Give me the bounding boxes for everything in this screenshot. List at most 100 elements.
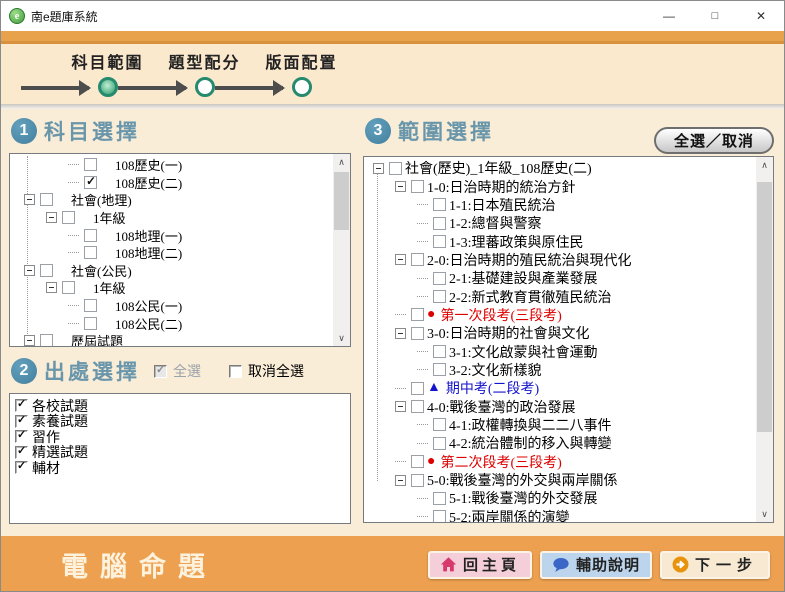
tree-checkbox[interactable] (411, 455, 424, 468)
tree-checkbox[interactable] (84, 299, 97, 312)
tree-row[interactable]: 3-0:日治時期的社會與文化 (365, 324, 755, 342)
tree-checkbox[interactable] (389, 162, 402, 175)
tree-row[interactable]: 108地理(二) (11, 244, 332, 262)
tree-checkbox[interactable] (433, 510, 446, 522)
tree-expand-toggle[interactable] (395, 328, 406, 339)
select-all-checkbox[interactable] (154, 365, 167, 378)
minimize-button[interactable]: — (646, 1, 692, 31)
tree-checkbox[interactable] (62, 211, 75, 224)
tree-row[interactable]: 5-1:戰後臺灣的外交發展 (365, 489, 755, 507)
tree-checkbox[interactable] (40, 264, 53, 277)
tree-checkbox[interactable] (433, 198, 446, 211)
list-item[interactable]: 素養試題 (11, 414, 349, 430)
tree-checkbox[interactable] (433, 272, 446, 285)
tree-row[interactable]: 108公民(二) (11, 314, 332, 332)
tree-row[interactable]: ● 第二次段考(三段考) (365, 453, 755, 471)
tree-checkbox[interactable] (84, 176, 97, 189)
deselect-all-checkbox[interactable] (229, 365, 242, 378)
source-item-checkbox[interactable] (15, 461, 28, 474)
tree-checkbox[interactable] (411, 474, 424, 487)
tree-checkbox[interactable] (433, 345, 446, 358)
toggle-select-all-button[interactable]: 全選／取消 (654, 127, 774, 154)
tree-expand-toggle[interactable] (417, 351, 428, 352)
tree-checkbox[interactable] (433, 217, 446, 230)
tree-expand-toggle[interactable] (417, 278, 428, 279)
home-button[interactable]: 回主頁 (428, 551, 532, 579)
tree-checkbox[interactable] (433, 437, 446, 450)
tree-row[interactable]: ▲ 期中考(二段考) (365, 379, 755, 397)
tree-expand-toggle[interactable] (395, 401, 406, 412)
tree-row[interactable]: 1年級 (11, 279, 332, 297)
tree-row[interactable]: 4-0:戰後臺灣的政治發展 (365, 397, 755, 415)
tree-row[interactable]: 5-0:戰後臺灣的外交與兩岸關係 (365, 471, 755, 489)
help-button[interactable]: 輔助說明 (540, 551, 652, 579)
tree-checkbox[interactable] (62, 281, 75, 294)
tree-checkbox[interactable] (40, 193, 53, 206)
tree-expand-toggle[interactable] (395, 314, 406, 315)
tree-expand-toggle[interactable] (417, 369, 428, 370)
range-tree-scrollbar[interactable]: ∧ ∨ (756, 157, 773, 522)
tree-row[interactable]: 4-2:統治體制的移入與轉變 (365, 434, 755, 452)
tree-expand-toggle[interactable] (417, 498, 428, 499)
tree-row[interactable]: 3-2:文化新樣貌 (365, 361, 755, 379)
tree-row[interactable]: 歷屆試題 (11, 332, 332, 346)
tree-row[interactable]: 3-1:文化啟蒙與社會運動 (365, 342, 755, 360)
tree-row[interactable]: 108地理(一) (11, 226, 332, 244)
tree-checkbox[interactable] (433, 235, 446, 248)
scroll-up-icon[interactable]: ∧ (756, 157, 773, 173)
tree-row[interactable]: 1年級 (11, 209, 332, 227)
tree-checkbox[interactable] (84, 158, 97, 171)
tree-checkbox[interactable] (433, 290, 446, 303)
tree-expand-toggle[interactable] (395, 254, 406, 265)
tree-row[interactable]: 4-1:政權轉換與二二八事件 (365, 416, 755, 434)
tree-expand-toggle[interactable] (417, 241, 428, 242)
tree-row[interactable]: 2-1:基礎建設與產業發展 (365, 269, 755, 287)
tree-checkbox[interactable] (84, 317, 97, 330)
scroll-down-icon[interactable]: ∨ (333, 330, 350, 346)
tree-row[interactable]: 1-0:日治時期的統治方針 (365, 177, 755, 195)
tree-expand-toggle[interactable] (395, 181, 406, 192)
source-item-checkbox[interactable] (15, 415, 28, 428)
tree-row[interactable]: 2-2:新式教育貫徹殖民統治 (365, 287, 755, 305)
tree-checkbox[interactable] (433, 418, 446, 431)
tree-row[interactable]: ● 第一次段考(三段考) (365, 306, 755, 324)
tree-row[interactable]: 108歷史(一) (11, 156, 332, 174)
tree-row[interactable]: 108歷史(二) (11, 174, 332, 192)
scroll-up-icon[interactable]: ∧ (333, 154, 350, 170)
tree-checkbox[interactable] (411, 382, 424, 395)
tree-expand-toggle[interactable] (373, 163, 384, 174)
tree-row[interactable]: 5-2:兩岸關係的演變 (365, 508, 755, 522)
tree-checkbox[interactable] (411, 253, 424, 266)
tree-expand-toggle[interactable] (417, 516, 428, 517)
tree-expand-toggle[interactable] (68, 235, 79, 236)
scrollbar-thumb[interactable] (757, 182, 772, 432)
tree-checkbox[interactable] (411, 308, 424, 321)
tree-expand-toggle[interactable] (24, 335, 35, 346)
tree-expand-toggle[interactable] (24, 194, 35, 205)
tree-row[interactable]: 1-1:日本殖民統治 (365, 196, 755, 214)
tree-expand-toggle[interactable] (417, 204, 428, 205)
list-item[interactable]: 輔材 (11, 460, 349, 476)
tree-row[interactable]: 108公民(一) (11, 297, 332, 315)
tree-checkbox[interactable] (84, 229, 97, 242)
tree-row[interactable]: 1-2:總督與警察 (365, 214, 755, 232)
tree-checkbox[interactable] (411, 327, 424, 340)
tree-expand-toggle[interactable] (395, 461, 406, 462)
maximize-button[interactable]: □ (692, 1, 738, 31)
tree-expand-toggle[interactable] (395, 475, 406, 486)
close-button[interactable]: ✕ (738, 1, 784, 31)
tree-expand-toggle[interactable] (46, 212, 57, 223)
subject-tree-scrollbar[interactable]: ∧ ∨ (333, 154, 350, 346)
tree-row[interactable]: 2-0:日治時期的殖民統治與現代化 (365, 251, 755, 269)
tree-expand-toggle[interactable] (46, 282, 57, 293)
tree-checkbox[interactable] (40, 334, 53, 346)
tree-expand-toggle[interactable] (68, 305, 79, 306)
wizard-step[interactable]: 版面配置 (253, 49, 350, 97)
scrollbar-thumb[interactable] (334, 172, 349, 230)
tree-expand-toggle[interactable] (24, 265, 35, 276)
scroll-down-icon[interactable]: ∨ (756, 506, 773, 522)
tree-checkbox[interactable] (411, 400, 424, 413)
source-item-checkbox[interactable] (15, 446, 28, 459)
source-item-checkbox[interactable] (15, 399, 28, 412)
tree-expand-toggle[interactable] (68, 323, 79, 324)
